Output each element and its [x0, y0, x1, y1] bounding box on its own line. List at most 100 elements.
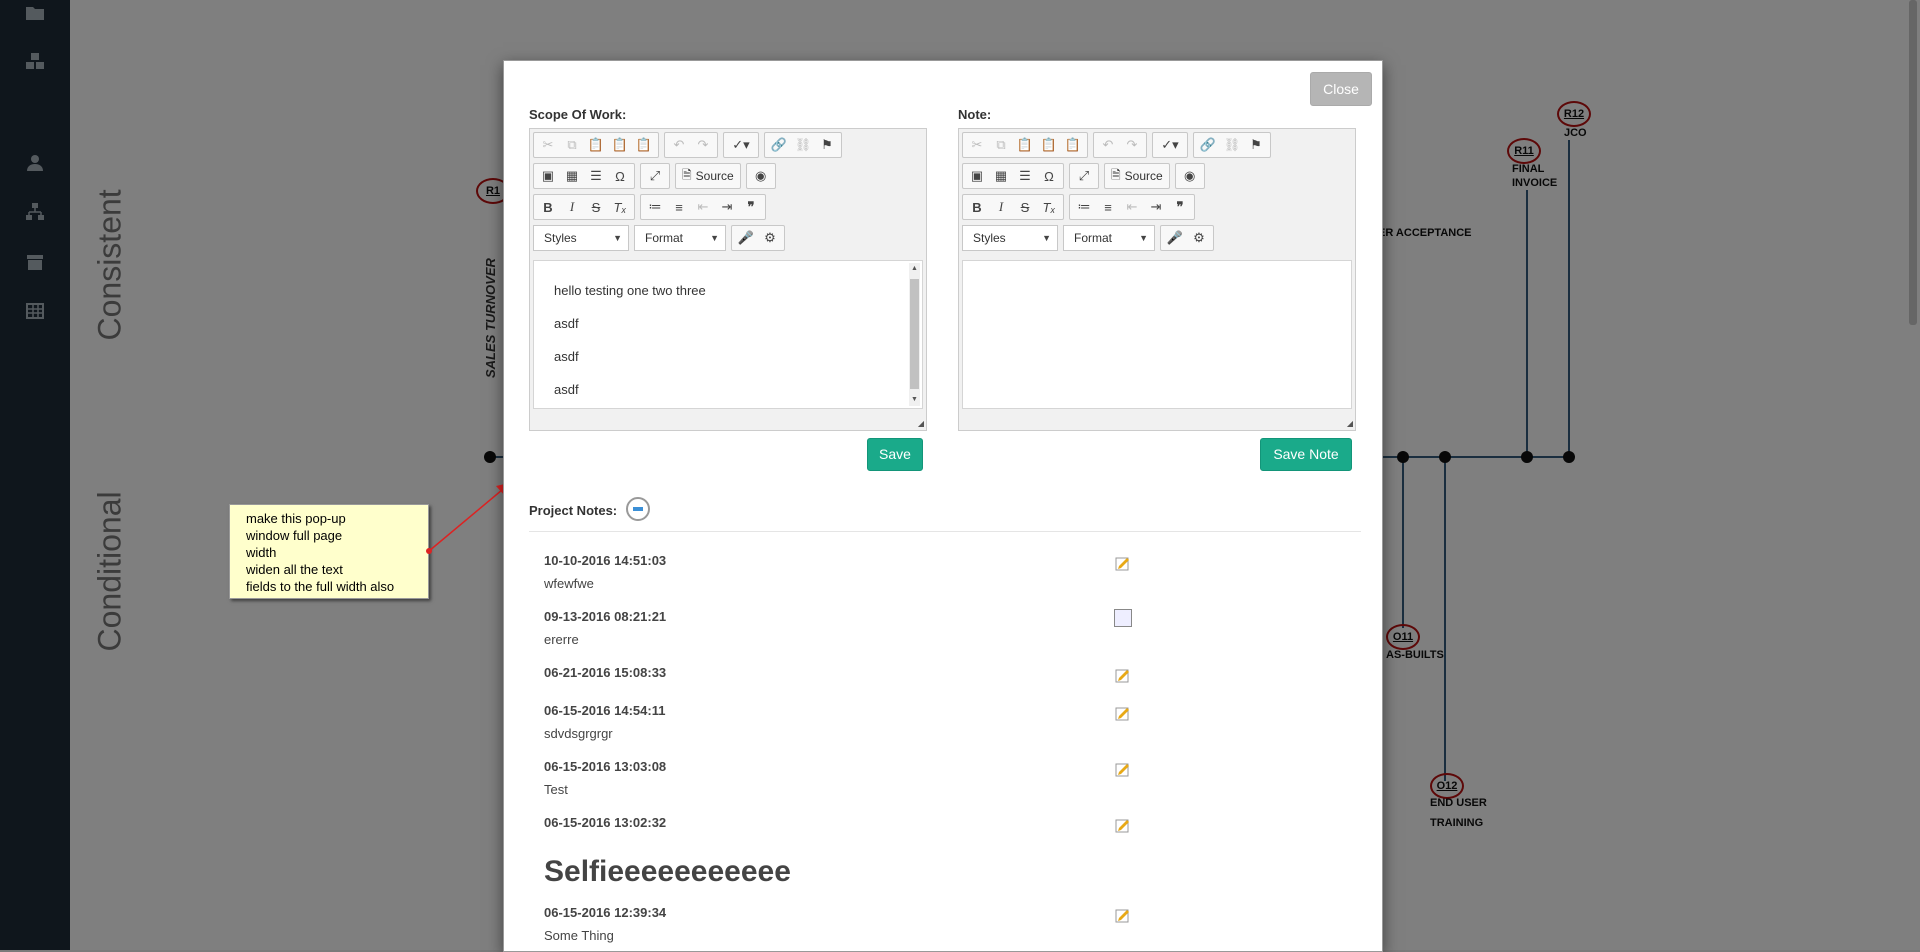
scroll-up-icon[interactable]: ▲ — [909, 263, 920, 275]
source-doc-icon: 🗎 — [1111, 167, 1121, 182]
edit-note-icon[interactable] — [1114, 704, 1132, 722]
editor-toolbar-row: B I S Tₓ ≔ ≡ ⇤ ⇥ ❞ — [533, 194, 771, 222]
outdent-icon[interactable]: ⇤ — [1120, 196, 1144, 218]
insert-group: ▣ ▦ ☰ Ω — [533, 163, 635, 189]
image-icon[interactable]: ▣ — [536, 165, 560, 187]
bulleted-list-icon[interactable]: ≡ — [1096, 196, 1120, 218]
caret-down-icon: ▼ — [613, 233, 622, 243]
outdent-icon[interactable]: ⇤ — [691, 196, 715, 218]
format-dropdown[interactable]: Format ▼ — [1063, 225, 1155, 251]
link-group: 🔗 ⛓ ⚑ — [1193, 132, 1271, 158]
editor-toolbar-row: B I S Tₓ ≔ ≡ ⇤ ⇥ ❞ — [962, 194, 1200, 222]
settings-icon[interactable]: ⚙ — [758, 227, 782, 249]
resize-grip-icon[interactable]: ◢ — [918, 419, 924, 428]
editor-toolbar-row: ▣ ▦ ☰ Ω ⤢ 🗎 Source ◉ — [962, 163, 1210, 191]
redo-icon[interactable]: ↷ — [691, 134, 715, 156]
undo-icon[interactable]: ↶ — [667, 134, 691, 156]
italic-icon[interactable]: I — [560, 196, 584, 218]
anchor-flag-icon[interactable]: ⚑ — [1244, 134, 1268, 156]
italic-icon[interactable]: I — [989, 196, 1013, 218]
horizontal-line-icon[interactable]: ☰ — [1013, 165, 1037, 187]
source-button[interactable]: 🗎 Source — [678, 165, 738, 187]
cut-icon[interactable]: ✂ — [965, 134, 989, 156]
edit-note-icon[interactable] — [1114, 666, 1132, 684]
editor-paragraph: asdf — [554, 382, 579, 397]
close-button[interactable]: Close — [1310, 72, 1372, 106]
table-icon[interactable]: ▦ — [560, 165, 584, 187]
paste-word-icon[interactable]: 📋 — [1061, 134, 1085, 156]
scroll-thumb[interactable] — [910, 279, 919, 389]
microphone-icon[interactable]: 🎤 — [734, 227, 758, 249]
page-scrollbar[interactable] — [1906, 0, 1920, 950]
cut-icon[interactable]: ✂ — [536, 134, 560, 156]
special-char-icon[interactable]: Ω — [608, 165, 632, 187]
blockquote-icon[interactable]: ❞ — [739, 196, 763, 218]
copy-icon[interactable]: ⧉ — [560, 134, 584, 156]
note-text: ererre — [544, 632, 579, 647]
redo-icon[interactable]: ↷ — [1120, 134, 1144, 156]
paste-icon[interactable]: 📋 — [1013, 134, 1037, 156]
editor-paragraph: hello testing one two three — [554, 283, 706, 298]
format-dropdown[interactable]: Format ▼ — [634, 225, 726, 251]
bold-icon[interactable]: B — [536, 196, 560, 218]
speaker-icon[interactable]: ◉ — [1178, 165, 1202, 187]
microphone-icon[interactable]: 🎤 — [1163, 227, 1187, 249]
note-date: 06-15-2016 14:54:11 — [544, 703, 666, 718]
remove-format-icon[interactable]: Tₓ — [1037, 196, 1061, 218]
styles-dropdown[interactable]: Styles ▼ — [962, 225, 1058, 251]
spellcheck-icon[interactable]: ✓▾ — [1155, 134, 1185, 156]
strike-icon[interactable]: S — [1013, 196, 1037, 218]
edit-note-icon[interactable] — [1114, 906, 1132, 924]
format-label: Format — [645, 231, 684, 245]
clipboard-group: ✂ ⧉ 📋 📋 📋 — [962, 132, 1088, 158]
styles-dropdown[interactable]: Styles ▼ — [533, 225, 629, 251]
collapse-minus-icon[interactable] — [626, 497, 650, 521]
blockquote-icon[interactable]: ❞ — [1168, 196, 1192, 218]
save-note-button[interactable]: Save Note — [1260, 438, 1352, 471]
editor-scrollbar[interactable]: ▲ ▼ — [909, 263, 920, 406]
link-icon[interactable]: 🔗 — [1196, 134, 1220, 156]
numbered-list-icon[interactable]: ≔ — [1072, 196, 1096, 218]
settings-icon[interactable]: ⚙ — [1187, 227, 1211, 249]
link-icon[interactable]: 🔗 — [767, 134, 791, 156]
paste-word-icon[interactable]: 📋 — [632, 134, 656, 156]
edit-note-icon[interactable] — [1114, 816, 1132, 834]
project-notes-label: Project Notes: — [529, 503, 618, 518]
undo-icon[interactable]: ↶ — [1096, 134, 1120, 156]
scroll-down-icon[interactable]: ▼ — [909, 394, 920, 406]
caret-down-icon: ▼ — [710, 233, 719, 243]
page-scroll-thumb[interactable] — [1909, 0, 1917, 325]
maximize-icon[interactable]: ⤢ — [643, 165, 667, 187]
scope-of-work-text-area[interactable]: hello testing one two three asdf asdf as… — [533, 260, 923, 409]
bold-icon[interactable]: B — [965, 196, 989, 218]
edit-note-icon[interactable] — [1114, 760, 1132, 778]
indent-icon[interactable]: ⇥ — [1144, 196, 1168, 218]
numbered-list-icon[interactable]: ≔ — [643, 196, 667, 218]
resize-grip-icon[interactable]: ◢ — [1347, 419, 1353, 428]
note-text-area[interactable] — [962, 260, 1352, 409]
paste-icon[interactable]: 📋 — [584, 134, 608, 156]
special-char-icon[interactable]: Ω — [1037, 165, 1061, 187]
strike-icon[interactable]: S — [584, 196, 608, 218]
speaker-icon[interactable]: ◉ — [749, 165, 773, 187]
paste-text-icon[interactable]: 📋 — [1037, 134, 1061, 156]
unlink-icon[interactable]: ⛓ — [791, 134, 815, 156]
image-icon[interactable]: ▣ — [965, 165, 989, 187]
anchor-flag-icon[interactable]: ⚑ — [815, 134, 839, 156]
editor-paragraph: asdf — [554, 316, 579, 331]
save-button[interactable]: Save — [867, 438, 923, 471]
maximize-icon[interactable]: ⤢ — [1072, 165, 1096, 187]
unlink-icon[interactable]: ⛓ — [1220, 134, 1244, 156]
remove-format-icon[interactable]: Tₓ — [608, 196, 632, 218]
spellcheck-icon[interactable]: ✓▾ — [726, 134, 756, 156]
copy-icon[interactable]: ⧉ — [989, 134, 1013, 156]
table-icon[interactable]: ▦ — [989, 165, 1013, 187]
edit-note-icon[interactable] — [1114, 554, 1132, 572]
note-date: 06-15-2016 13:02:32 — [544, 815, 667, 830]
source-button[interactable]: 🗎 Source — [1107, 165, 1167, 187]
indent-icon[interactable]: ⇥ — [715, 196, 739, 218]
bulleted-list-icon[interactable]: ≡ — [667, 196, 691, 218]
horizontal-line-icon[interactable]: ☰ — [584, 165, 608, 187]
paste-text-icon[interactable]: 📋 — [608, 134, 632, 156]
broken-image-icon[interactable] — [1114, 609, 1132, 627]
